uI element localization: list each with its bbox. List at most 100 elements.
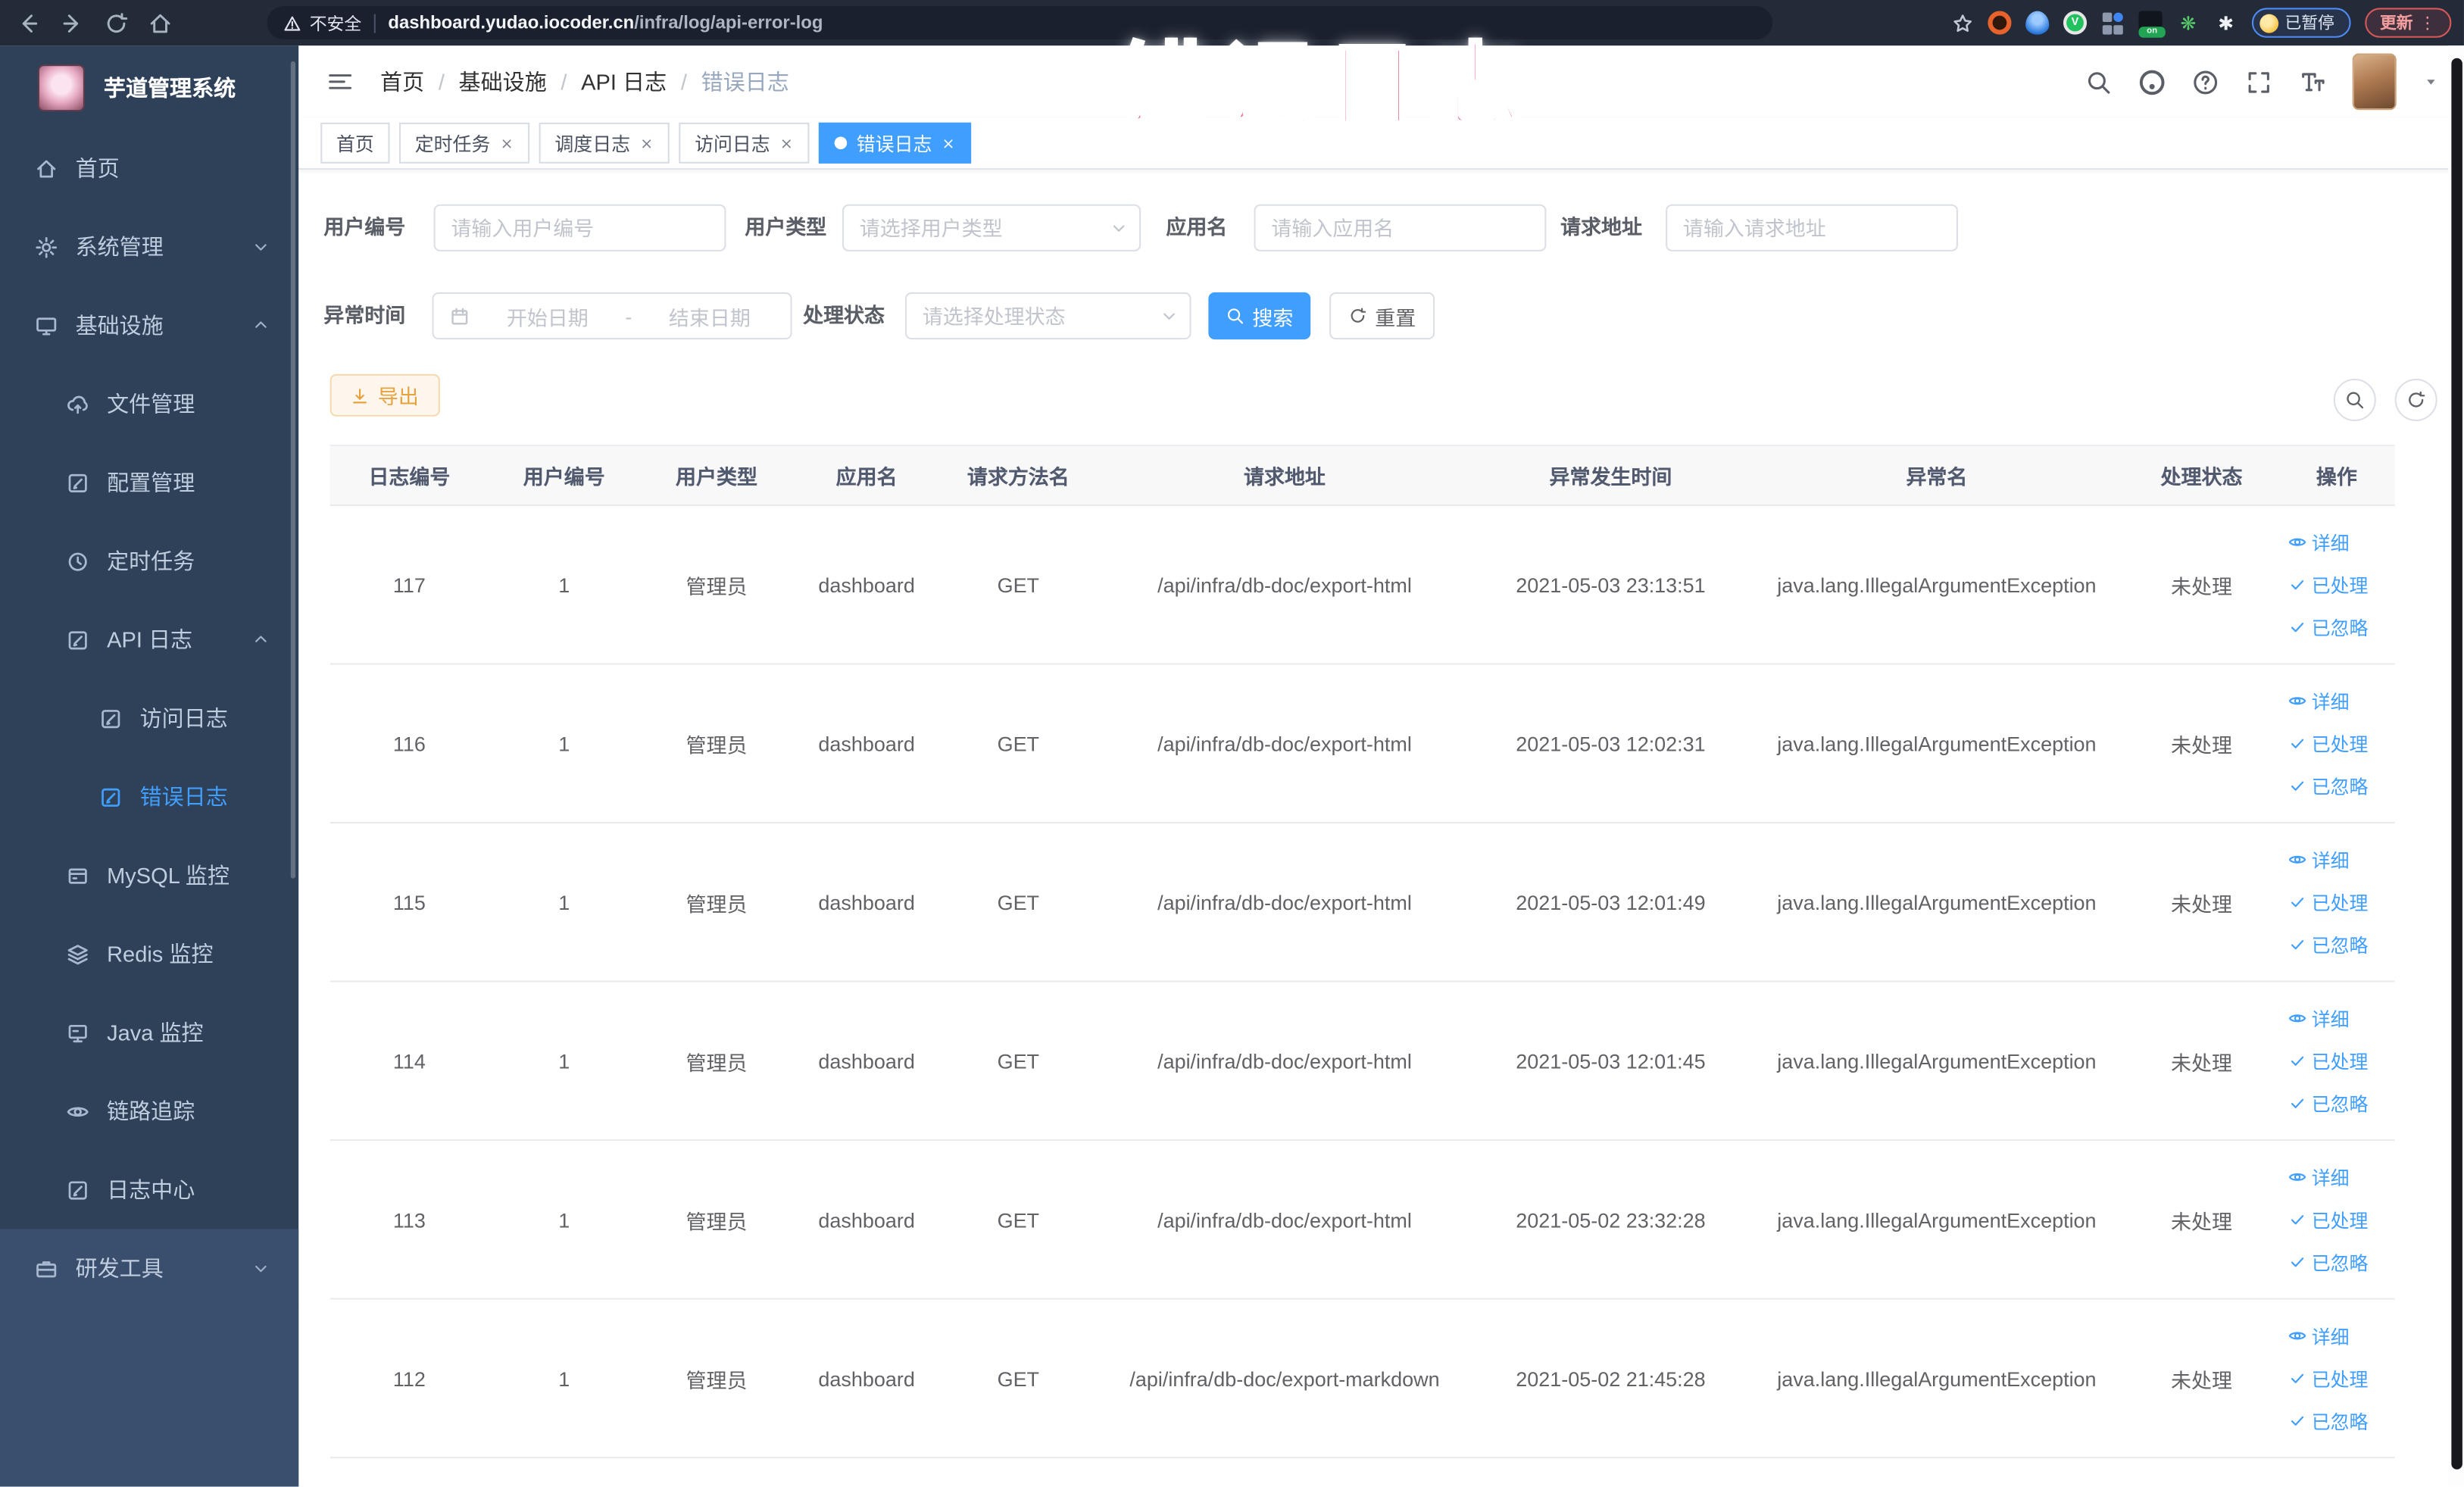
tab-home[interactable]: 首页	[320, 122, 390, 164]
column-header: 应用名	[835, 465, 898, 489]
mark-processed-link[interactable]: 已处理	[2288, 730, 2368, 757]
close-icon[interactable]	[942, 136, 956, 150]
cell-actions: 详细 已处理 已忽略	[2278, 823, 2395, 980]
sidebar-item-api-log[interactable]: API 日志	[0, 600, 298, 679]
mark-ignored-link[interactable]: 已忽略	[2288, 1248, 2368, 1275]
breadcrumb-api-log[interactable]: API 日志	[581, 66, 667, 97]
mark-processed-link[interactable]: 已处理	[2288, 1048, 2368, 1074]
back-icon[interactable]	[16, 10, 41, 35]
tab-schedule-log[interactable]: 调度日志	[539, 122, 670, 164]
search-button[interactable]: 搜索	[1208, 292, 1311, 340]
font-size-icon[interactable]	[2299, 68, 2325, 95]
forward-icon[interactable]	[60, 10, 85, 35]
sidebar-item-dev-tools[interactable]: 研发工具	[0, 1229, 299, 1308]
reset-button[interactable]: 重置	[1329, 292, 1435, 340]
mark-processed-link[interactable]: 已处理	[2288, 1206, 2368, 1232]
close-icon[interactable]	[639, 136, 654, 150]
cell-log-id: 117	[392, 573, 426, 597]
sidebar-item-redis-monitor[interactable]: Redis 监控	[0, 914, 298, 993]
request-url-input[interactable]	[1666, 204, 1958, 251]
check-icon	[2291, 1416, 2304, 1426]
sidebar-toggle-icon[interactable]	[327, 69, 354, 94]
close-icon[interactable]	[779, 136, 794, 150]
sidebar-item-home[interactable]: 首页	[0, 129, 298, 208]
page-scrollbar-thumb[interactable]	[2450, 58, 2462, 1470]
sidebar-item-label: 系统管理	[75, 234, 164, 260]
toggle-search-button[interactable]	[2333, 378, 2376, 421]
search-icon[interactable]	[2085, 68, 2112, 95]
magnifier-icon	[2347, 392, 2364, 409]
exception-time-range-picker[interactable]: 开始日期 - 结束日期	[432, 292, 792, 340]
extension-on-badge-icon[interactable]: on	[2138, 11, 2166, 38]
sidebar-item-scheduled-jobs[interactable]: 定时任务	[0, 522, 298, 601]
help-icon[interactable]	[2192, 68, 2219, 95]
tab-scheduled-jobs[interactable]: 定时任务	[398, 122, 530, 164]
mark-ignored-link[interactable]: 已忽略	[2288, 614, 2368, 640]
viewport: 不安全 dashboard.yudao.iocoder.cn /infra/lo…	[0, 0, 2464, 1487]
sidebar-item-java-monitor[interactable]: Java 监控	[0, 993, 298, 1072]
extension-green-v-icon[interactable]: V	[2063, 11, 2088, 35]
column-header: 用户类型	[676, 465, 757, 489]
extension-plant-icon[interactable]: ❋	[2176, 11, 2200, 35]
reload-icon[interactable]	[104, 10, 129, 35]
tab-error-log[interactable]: 错误日志	[818, 122, 972, 164]
extension-blue-drop-icon[interactable]	[2025, 11, 2050, 35]
export-button[interactable]: 导出	[329, 373, 440, 417]
browser-update-button[interactable]: 更新 ⋮	[2364, 8, 2452, 38]
detail-link[interactable]: 详细	[2288, 846, 2350, 873]
detail-link[interactable]: 详细	[2288, 529, 2350, 555]
fullscreen-icon[interactable]	[2246, 68, 2272, 95]
app-logo-row[interactable]: 芋道管理系统	[0, 45, 298, 129]
sidebar-item-system-management[interactable]: 系统管理	[0, 208, 298, 286]
mark-ignored-link[interactable]: 已忽略	[2288, 931, 2368, 957]
bookmark-star-icon[interactable]	[1950, 11, 1974, 35]
end-date-placeholder[interactable]: 结束日期	[645, 301, 775, 330]
app-name-input[interactable]	[1254, 204, 1547, 251]
refresh-table-button[interactable]	[2394, 378, 2437, 421]
mark-ignored-link[interactable]: 已忽略	[2288, 1090, 2368, 1117]
caret-down-icon[interactable]	[2423, 74, 2439, 90]
mark-ignored-link[interactable]: 已忽略	[2288, 1407, 2368, 1434]
cell-method: GET	[997, 573, 1040, 597]
sidebar-item-trace[interactable]: 链路追踪	[0, 1072, 298, 1151]
sidebar-scrollbar[interactable]	[290, 61, 296, 879]
magnifier-icon	[1227, 308, 1244, 324]
sidebar-item-mysql-monitor[interactable]: MySQL 监控	[0, 836, 298, 915]
address-bar[interactable]: 不安全 dashboard.yudao.iocoder.cn /infra/lo…	[267, 6, 1773, 39]
detail-link[interactable]: 详细	[2288, 1005, 2350, 1032]
breadcrumb-infrastructure[interactable]: 基础设施	[459, 66, 547, 97]
main-content: 首页 / 基础设施 / API 日志 / 错误日志 首页 定时任务 调度日志 访…	[298, 45, 2464, 1487]
sidebar-item-file-management[interactable]: 文件管理	[0, 364, 298, 443]
sidebar-item-infrastructure[interactable]: 基础设施	[0, 286, 298, 365]
search-button-label: 搜索	[1252, 305, 1294, 330]
detail-link[interactable]: 详细	[2288, 1323, 2350, 1349]
header-actions	[2085, 45, 2439, 117]
extension-grid-icon[interactable]	[2101, 11, 2125, 35]
user-id-input[interactable]	[433, 204, 726, 251]
user-type-label: 用户类型	[745, 215, 827, 239]
sidebar-item-error-log[interactable]: 错误日志	[0, 758, 298, 836]
profile-paused-badge[interactable]: 已暂停	[2251, 8, 2350, 38]
extension-orange-icon[interactable]	[1988, 11, 2012, 35]
tab-access-log[interactable]: 访问日志	[679, 122, 810, 164]
github-icon[interactable]	[2139, 68, 2166, 95]
app-title: 芋道管理系统	[103, 74, 236, 100]
detail-link[interactable]: 详细	[2288, 688, 2350, 714]
user-type-select[interactable]	[842, 204, 1141, 251]
browser-menu-dots-icon[interactable]: ⋮	[2419, 14, 2436, 33]
mark-processed-link[interactable]: 已处理	[2288, 571, 2368, 598]
user-avatar[interactable]	[2352, 53, 2397, 111]
detail-link[interactable]: 详细	[2288, 1164, 2350, 1190]
breadcrumb-home[interactable]: 首页	[380, 66, 424, 97]
sidebar-item-config-management[interactable]: 配置管理	[0, 443, 298, 522]
sidebar-item-log-center[interactable]: 日志中心	[0, 1151, 298, 1229]
sidebar-item-access-log[interactable]: 访问日志	[0, 679, 298, 758]
extensions-puzzle-icon[interactable]: ✱	[2214, 11, 2238, 35]
home-icon[interactable]	[148, 10, 173, 35]
mark-processed-link[interactable]: 已处理	[2288, 889, 2368, 915]
mark-ignored-link[interactable]: 已忽略	[2288, 773, 2368, 799]
close-icon[interactable]	[500, 136, 514, 150]
mark-processed-link[interactable]: 已处理	[2288, 1365, 2368, 1392]
start-date-placeholder[interactable]: 开始日期	[482, 301, 613, 330]
process-status-select[interactable]	[904, 292, 1191, 340]
